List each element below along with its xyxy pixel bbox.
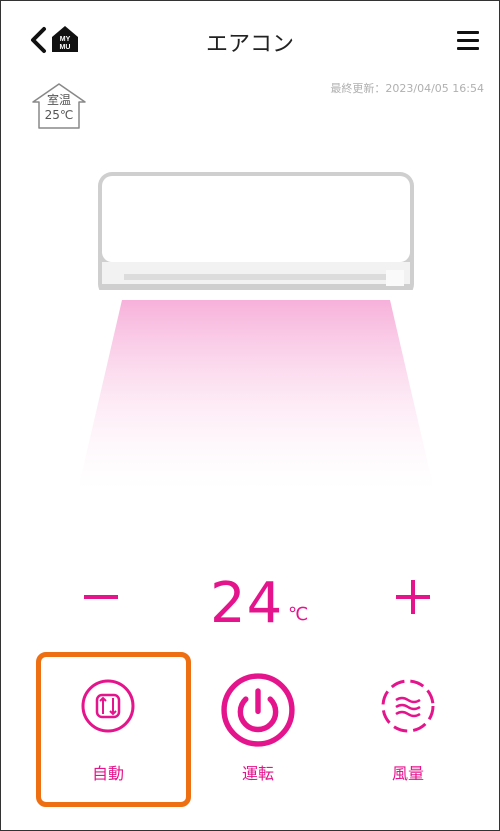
increase-temperature-button[interactable] — [396, 580, 430, 614]
selection-highlight — [36, 652, 191, 807]
decrease-temperature-button[interactable] — [84, 594, 118, 600]
power-icon — [221, 673, 295, 747]
fan-speed-button[interactable]: 風量 — [338, 660, 478, 800]
room-temp-value: 25℃ — [44, 108, 74, 122]
air-conditioner-illustration — [98, 172, 414, 290]
header: MY MU エアコン — [0, 0, 500, 80]
fan-speed-label: 風量 — [391, 764, 424, 783]
hamburger-menu-icon[interactable] — [455, 28, 481, 52]
page-title: エアコン — [205, 32, 294, 57]
fan-speed-icon — [381, 679, 435, 733]
setpoint-unit: ℃ — [288, 604, 309, 625]
setpoint-temperature: 24 — [210, 571, 284, 636]
room-temp-label: 室温 — [46, 93, 71, 107]
room-temperature-badge: 室温 25℃ — [29, 80, 89, 132]
airflow-illustration — [78, 300, 434, 490]
power-label: 運転 — [241, 764, 274, 783]
last-updated-text: 最終更新：2023/04/05 16:54 — [330, 82, 484, 95]
power-button[interactable]: 運転 — [188, 660, 328, 800]
